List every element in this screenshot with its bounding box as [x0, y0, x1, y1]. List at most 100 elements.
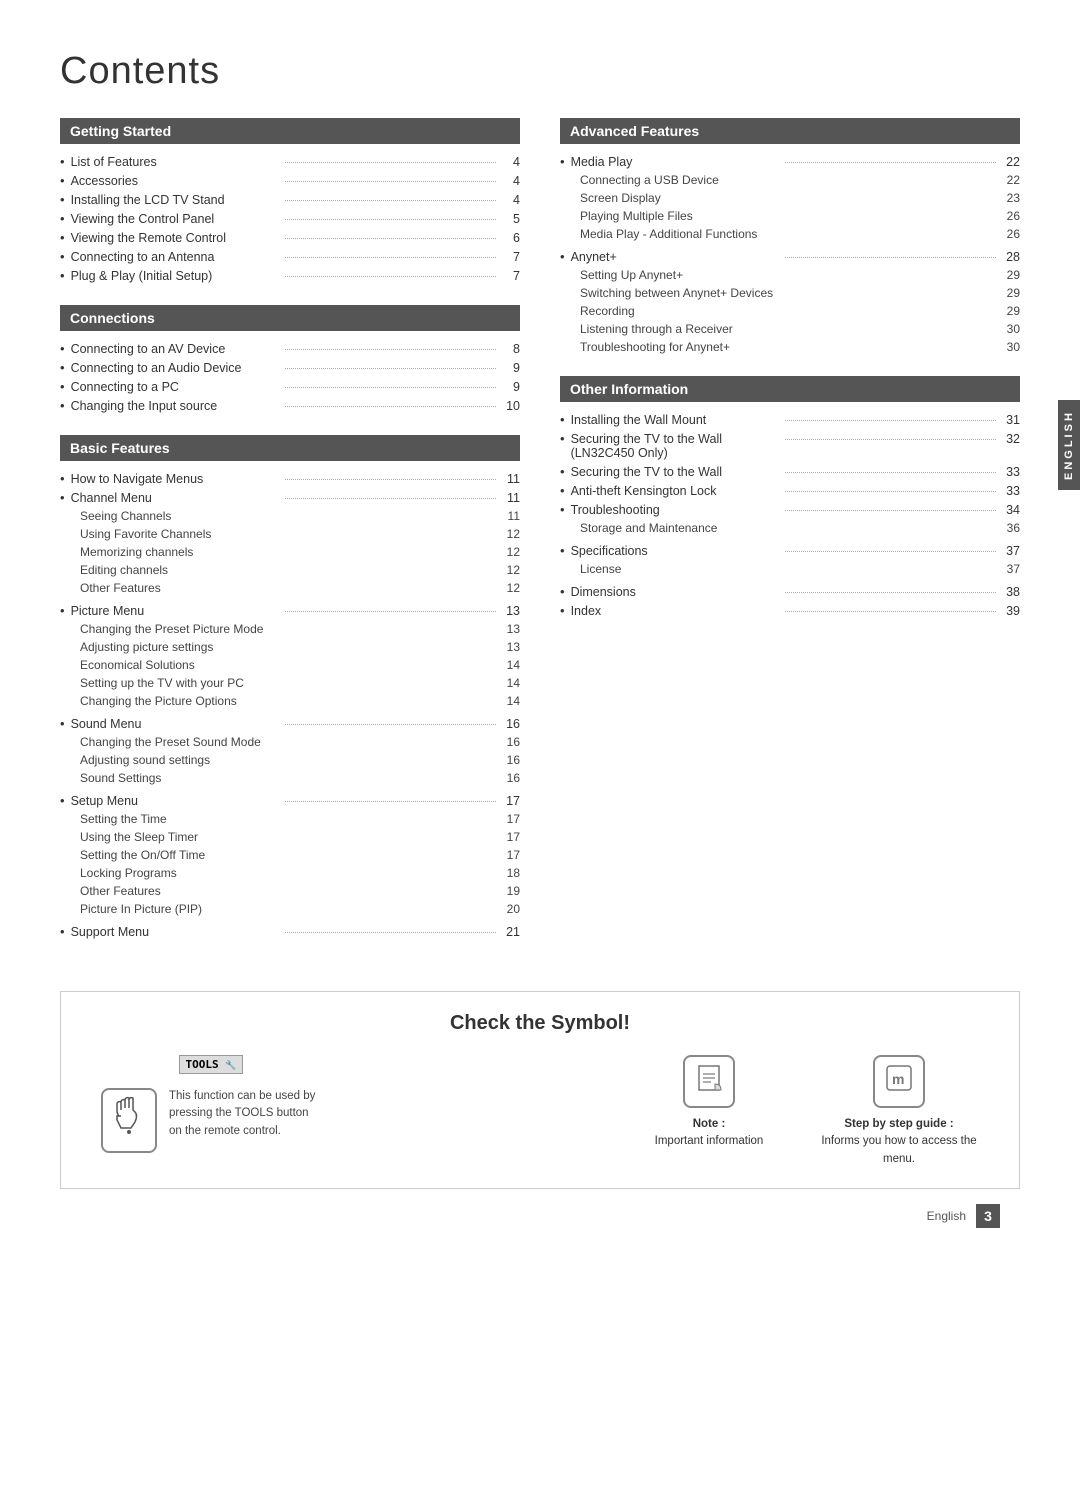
footer-lang: English — [927, 1209, 966, 1223]
list-item: Adjusting picture settings13 — [80, 638, 520, 656]
list-item: Index 39 — [560, 601, 1020, 620]
svg-text:m: m — [892, 1071, 904, 1087]
list-item: Other Features12 — [80, 579, 520, 597]
section-basic-features: Basic Features How to Navigate Menus 11 … — [60, 435, 520, 941]
sub-list-troubleshoot: Storage and Maintenance36 — [580, 519, 1020, 537]
english-language-tab: ENGLISH — [1058, 400, 1080, 490]
guide-label: Step by step guide : Informs you how to … — [819, 1116, 979, 1168]
list-item: Using the Sleep Timer17 — [80, 828, 520, 846]
section-connections: Connections Connecting to an AV Device 8… — [60, 305, 520, 415]
list-item: Anti-theft Kensington Lock 33 — [560, 481, 1020, 500]
page-title: Contents — [60, 50, 1020, 93]
sub-list-picture: Changing the Preset Picture Mode13 Adjus… — [80, 620, 520, 710]
section-header-other-info: Other Information — [560, 376, 1020, 402]
list-item: Memorizing channels12 — [80, 543, 520, 561]
list-item: Troubleshooting for Anynet+30 — [580, 338, 1020, 356]
list-item: Channel Menu 11 — [60, 488, 520, 507]
list-item: Recording29 — [580, 302, 1020, 320]
list-item: Picture In Picture (PIP)20 — [80, 900, 520, 918]
list-item: Viewing the Remote Control 6 — [60, 228, 520, 247]
sub-list-sound: Changing the Preset Sound Mode16 Adjusti… — [80, 733, 520, 787]
right-symbols: Note : Important information m Step by s… — [341, 1055, 979, 1168]
list-item: Support Menu 21 — [60, 922, 520, 941]
two-column-layout: Getting Started List of Features 4 Acces… — [60, 118, 1020, 961]
list-item: Listening through a Receiver30 — [580, 320, 1020, 338]
list-item: Setting Up Anynet+29 — [580, 266, 1020, 284]
list-item: Plug & Play (Initial Setup) 7 — [60, 266, 520, 285]
sub-list-anynet: Setting Up Anynet+29 Switching between A… — [580, 266, 1020, 356]
symbol-guide-block: m Step by step guide : Informs you how t… — [819, 1055, 979, 1168]
list-item: Specifications 37 — [560, 541, 1020, 560]
list-item: Economical Solutions14 — [80, 656, 520, 674]
symbol-tools-block: TOOLS 🔧 — [101, 1055, 321, 1153]
list-item: Sound Menu 16 — [60, 714, 520, 733]
list-item: Editing channels12 — [80, 561, 520, 579]
list-item: Connecting to a PC 9 — [60, 377, 520, 396]
list-item: Connecting to an AV Device 8 — [60, 339, 520, 358]
section-advanced-features: Advanced Features Media Play 22 Connecti… — [560, 118, 1020, 356]
toc-list-connections: Connecting to an AV Device 8 Connecting … — [60, 339, 520, 415]
list-item: Switching between Anynet+ Devices29 — [580, 284, 1020, 302]
list-item: Sound Settings16 — [80, 769, 520, 787]
list-item: License37 — [580, 560, 1020, 578]
list-item: Connecting to an Audio Device 9 — [60, 358, 520, 377]
list-item: Accessories 4 — [60, 171, 520, 190]
left-column: Getting Started List of Features 4 Acces… — [60, 118, 520, 961]
guide-icon: m — [873, 1055, 925, 1108]
section-header-connections: Connections — [60, 305, 520, 331]
section-header-basic-features: Basic Features — [60, 435, 520, 461]
toc-list-basic-features: How to Navigate Menus 11 Channel Menu 11… — [60, 469, 520, 941]
hand-icon — [101, 1088, 157, 1153]
toc-list-other-info: Installing the Wall Mount 31 Securing th… — [560, 410, 1020, 620]
list-item: Seeing Channels11 — [80, 507, 520, 525]
list-item: Picture Menu 13 — [60, 601, 520, 620]
tools-badge: TOOLS 🔧 — [179, 1055, 244, 1074]
list-item: Securing the TV to the Wall (LN32C450 On… — [560, 429, 1020, 462]
sub-list-specs: License37 — [580, 560, 1020, 578]
list-item: Changing the Preset Sound Mode16 — [80, 733, 520, 751]
list-item: Setting the Time17 — [80, 810, 520, 828]
list-item: Connecting a USB Device22 — [580, 171, 1020, 189]
list-item: Changing the Preset Picture Mode13 — [80, 620, 520, 638]
list-item: Media Play - Additional Functions26 — [580, 225, 1020, 243]
list-item: List of Features 4 — [60, 152, 520, 171]
section-other-information: Other Information Installing the Wall Mo… — [560, 376, 1020, 620]
list-item: How to Navigate Menus 11 — [60, 469, 520, 488]
list-item: Troubleshooting 34 — [560, 500, 1020, 519]
check-symbol-title: Check the Symbol! — [101, 1012, 979, 1035]
note-label: Note : Important information — [655, 1116, 764, 1151]
section-header-getting-started: Getting Started — [60, 118, 520, 144]
section-getting-started: Getting Started List of Features 4 Acces… — [60, 118, 520, 285]
toc-list-getting-started: List of Features 4 Accessories 4 Install… — [60, 152, 520, 285]
list-item: Installing the Wall Mount 31 — [560, 410, 1020, 429]
toc-list-advanced: Media Play 22 Connecting a USB Device22 … — [560, 152, 1020, 356]
list-item: Locking Programs18 — [80, 864, 520, 882]
list-item: Screen Display23 — [580, 189, 1020, 207]
list-item: Setup Menu 17 — [60, 791, 520, 810]
list-item: Adjusting sound settings16 — [80, 751, 520, 769]
list-item: Connecting to an Antenna 7 — [60, 247, 520, 266]
list-item: Dimensions 38 — [560, 582, 1020, 601]
list-item: Changing the Picture Options14 — [80, 692, 520, 710]
footer-page-number: 3 — [976, 1204, 1000, 1228]
list-item: Securing the TV to the Wall 33 — [560, 462, 1020, 481]
check-symbol-section: Check the Symbol! TOOLS 🔧 — [60, 991, 1020, 1189]
list-item: Setting the On/Off Time17 — [80, 846, 520, 864]
list-item: Media Play 22 — [560, 152, 1020, 171]
list-item: Storage and Maintenance36 — [580, 519, 1020, 537]
symbol-tools-description: This function can be used by pressing th… — [169, 1088, 321, 1140]
symbol-note-block: Note : Important information — [629, 1055, 789, 1151]
sub-list-media-play: Connecting a USB Device22 Screen Display… — [580, 171, 1020, 243]
symbol-main-row: TOOLS 🔧 — [101, 1055, 979, 1168]
list-item: Using Favorite Channels12 — [80, 525, 520, 543]
sub-list-setup: Setting the Time17 Using the Sleep Timer… — [80, 810, 520, 918]
footer: English 3 — [60, 1204, 1020, 1228]
list-item: Viewing the Control Panel 5 — [60, 209, 520, 228]
list-item: Other Features19 — [80, 882, 520, 900]
list-item: Changing the Input source 10 — [60, 396, 520, 415]
sub-list-channel: Seeing Channels11 Using Favorite Channel… — [80, 507, 520, 597]
list-item: Setting up the TV with your PC14 — [80, 674, 520, 692]
page-container: Contents Getting Started List of Feature… — [0, 0, 1080, 1494]
list-item: Anynet+ 28 — [560, 247, 1020, 266]
section-header-advanced-features: Advanced Features — [560, 118, 1020, 144]
